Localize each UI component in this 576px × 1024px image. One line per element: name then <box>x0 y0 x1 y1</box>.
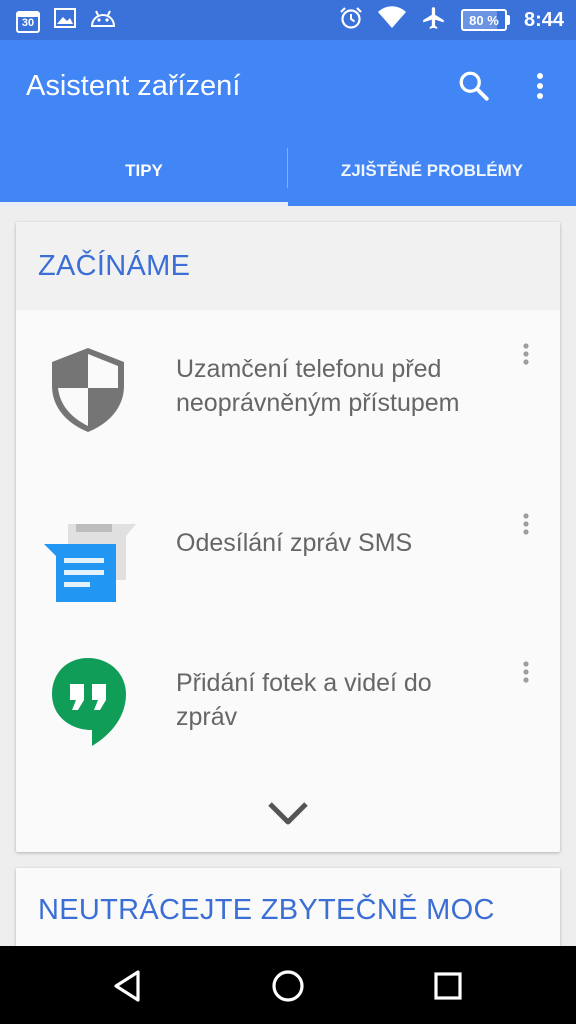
more-vert-icon[interactable] <box>524 68 556 104</box>
android-icon <box>90 8 116 33</box>
tip-more-icon[interactable] <box>514 340 538 372</box>
tip-item-send-sms[interactable]: Odesílání zpráv SMS <box>16 498 560 648</box>
app-bar: Asistent zařízení <box>0 40 576 136</box>
battery-icon: 80 % <box>460 9 510 31</box>
tab-detected-problems-label: ZJIŠTĚNÉ PROBLÉMY <box>340 161 524 180</box>
tip-text: Přidání fotek a videí do zpráv <box>176 669 432 731</box>
alarm-icon <box>339 6 363 35</box>
tab-detected-problems[interactable]: ZJIŠTĚNÉ PROBLÉMY <box>288 136 576 206</box>
clock: 8:44 <box>523 8 564 31</box>
card-title: NEUTRÁCEJTE ZBYTEČNĚ MOC <box>38 893 495 926</box>
tab-tips[interactable]: TIPY <box>0 136 288 206</box>
image-icon <box>54 8 76 33</box>
calendar-day: 30 <box>21 16 35 29</box>
tip-text: Odesílání zpráv SMS <box>176 529 413 557</box>
chevron-down-icon[interactable] <box>264 794 312 834</box>
tab-bar: TIPY ZJIŠTĚNÉ PROBLÉMY <box>0 136 576 206</box>
tab-indicator <box>0 202 288 206</box>
navigation-bar <box>0 946 576 1024</box>
tip-item-add-photos[interactable]: Přidání fotek a videí do zpráv <box>16 646 560 796</box>
app-title: Asistent zařízení <box>26 70 241 102</box>
getting-started-card: ZAČÍNÁME Uzamčení telefonu před neoprávn… <box>16 222 560 852</box>
search-icon[interactable] <box>456 68 492 104</box>
status-bar: 30 80 % 8:44 <box>0 0 576 40</box>
airplane-icon <box>421 5 447 36</box>
battery-percent: 80 % <box>469 12 499 28</box>
card-header: ZAČÍNÁME <box>16 222 560 310</box>
tip-text: Uzamčení telefonu před neoprávněným přís… <box>176 355 460 417</box>
tip-more-icon[interactable] <box>514 658 538 690</box>
calendar-icon: 30 <box>16 9 40 33</box>
tab-divider <box>287 148 288 188</box>
back-icon[interactable] <box>108 966 148 1006</box>
card-title: ZAČÍNÁME <box>38 249 191 282</box>
hangouts-icon <box>40 654 136 750</box>
tip-more-icon[interactable] <box>514 510 538 542</box>
card-header: NEUTRÁCEJTE ZBYTEČNĚ MOC <box>16 868 560 952</box>
home-icon[interactable] <box>268 966 308 1006</box>
messages-icon <box>40 508 136 604</box>
tab-tips-label: TIPY <box>125 161 163 180</box>
shield-icon <box>40 340 136 436</box>
wifi-icon <box>377 5 407 35</box>
recents-icon[interactable] <box>428 966 468 1006</box>
tip-item-lock-phone[interactable]: Uzamčení telefonu před neoprávněným přís… <box>16 328 560 478</box>
